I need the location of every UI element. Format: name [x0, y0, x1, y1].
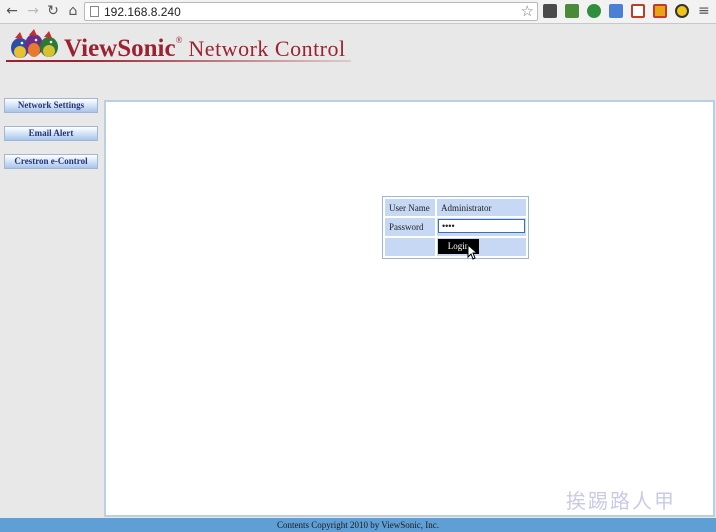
bookmark-star-icon[interactable]: ☆	[521, 3, 534, 20]
watermark-text: 挨踢路人甲	[566, 489, 676, 513]
search-extension-icon[interactable]	[675, 4, 689, 18]
notification-extension-icon[interactable]	[653, 4, 667, 18]
url-text[interactable]: 192.168.8.240	[104, 4, 181, 20]
menu-icon[interactable]: ≡	[698, 2, 710, 20]
forward-icon[interactable]: →	[25, 3, 41, 19]
reload-icon[interactable]: ↻	[45, 3, 61, 19]
content-frame	[104, 100, 715, 517]
sidebar-item-email-alert[interactable]: Email Alert	[4, 126, 98, 141]
browser-toolbar: ← → ↻ ⌂ 192.168.8.240 ☆ ≡	[0, 0, 716, 24]
brand-product: Network Control	[182, 36, 346, 61]
address-bar[interactable]: 192.168.8.240 ☆	[84, 2, 538, 21]
sidebar-item-network-settings[interactable]: Network Settings	[4, 98, 98, 113]
back-icon[interactable]: ←	[4, 3, 20, 19]
password-label: Password	[385, 218, 435, 236]
sidebar-item-crestron-e-control[interactable]: Crestron e-Control	[4, 154, 98, 169]
page-icon	[90, 6, 99, 17]
empty-cell	[385, 238, 435, 256]
page-header: ViewSonic® Network Control	[0, 25, 716, 96]
green-extension-icon[interactable]	[565, 4, 579, 18]
mouse-cursor-icon	[467, 244, 479, 260]
password-field[interactable]	[438, 219, 525, 233]
evernote-extension-icon[interactable]	[543, 4, 557, 18]
home-icon[interactable]: ⌂	[65, 3, 81, 19]
brand-underline	[6, 60, 351, 62]
brand-title: ViewSonic® Network Control	[64, 35, 346, 63]
translate-extension-icon[interactable]	[609, 4, 623, 18]
brand-name: ViewSonic	[64, 35, 176, 62]
check-extension-icon[interactable]	[587, 4, 601, 18]
viewsonic-birds-logo	[11, 29, 58, 58]
username-label: User Name	[385, 199, 435, 216]
gmail-extension-icon[interactable]	[631, 4, 645, 18]
username-value: Administrator	[437, 199, 526, 216]
copyright-footer: Contents Copyright 2010 by ViewSonic, In…	[0, 518, 716, 532]
login-form: User Name Administrator Password Login	[382, 196, 529, 259]
